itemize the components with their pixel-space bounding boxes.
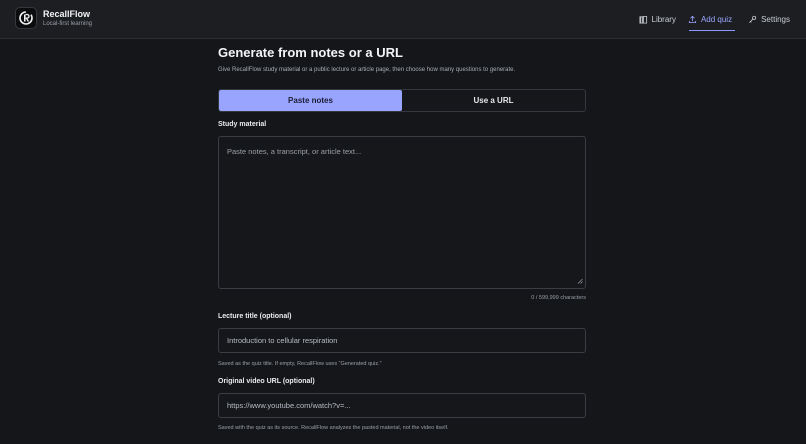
app-tagline: Local-first learning <box>43 20 93 27</box>
study-material-label: Study material <box>218 121 267 128</box>
nav-add-quiz[interactable]: Add quiz <box>688 13 736 25</box>
video-url-label: Original video URL (optional) <box>218 378 315 385</box>
study-material-placeholder: Paste notes, a transcript, or article te… <box>227 147 362 156</box>
lecture-title-input[interactable]: Introduction to cellular respiration <box>218 328 586 353</box>
input-mode-toggle: Paste notes Use a URL <box>218 89 586 112</box>
top-bar: RecallFlow Local-first learning Library … <box>0 0 806 39</box>
nav-library[interactable]: Library <box>638 13 676 25</box>
video-url-placeholder: https://www.youtube.com/watch?v=... <box>227 401 351 410</box>
nav-settings[interactable]: Settings <box>748 13 790 25</box>
tab-paste-notes[interactable]: Paste notes <box>219 90 402 111</box>
video-url-hint: Saved with the quiz as its source. Recal… <box>218 425 449 431</box>
app-logo-icon <box>15 7 37 29</box>
upload-icon <box>688 15 697 24</box>
page-title: Generate from notes or a URL <box>218 45 403 60</box>
main-nav: Library Add quiz Settings <box>638 13 790 25</box>
app-name: RecallFlow <box>43 8 91 19</box>
resize-handle-icon[interactable] <box>577 277 583 286</box>
video-url-input[interactable]: https://www.youtube.com/watch?v=... <box>218 393 586 418</box>
lecture-title-label: Lecture title (optional) <box>218 313 292 320</box>
nav-settings-label: Settings <box>761 14 790 24</box>
tab-use-url[interactable]: Use a URL <box>402 90 585 111</box>
study-material-textarea[interactable]: Paste notes, a transcript, or article te… <box>218 136 586 289</box>
brand[interactable]: RecallFlow Local-first learning <box>15 7 92 29</box>
key-icon <box>748 15 757 24</box>
nav-library-label: Library <box>651 14 676 24</box>
book-icon <box>638 15 648 24</box>
lecture-title-hint: Saved as the quiz title. If empty, Recal… <box>218 361 382 367</box>
page-subtitle: Give RecallFlow study material or a publ… <box>218 67 516 73</box>
character-counter: 0 / 599,999 characters <box>531 295 586 301</box>
nav-add-quiz-label: Add quiz <box>700 14 733 24</box>
add-quiz-form: Generate from notes or a URL Give Recall… <box>218 45 586 431</box>
active-nav-indicator <box>689 30 735 31</box>
lecture-title-placeholder: Introduction to cellular respiration <box>227 336 338 345</box>
